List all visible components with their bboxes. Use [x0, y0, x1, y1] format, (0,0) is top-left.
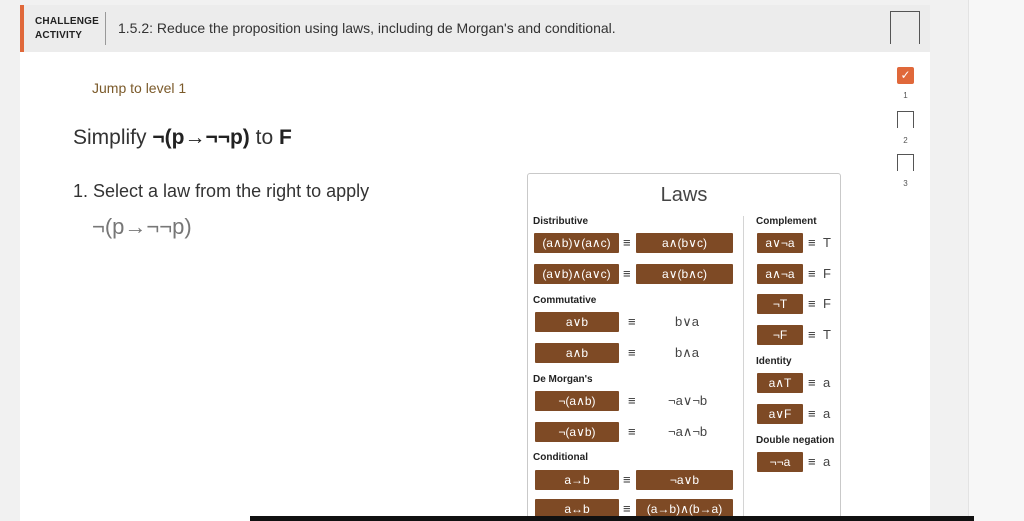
challenge-activity-page: CHALLENGE ACTIVITY 1.5.2: Reduce the pro…	[0, 0, 1024, 521]
activity-badge-icon	[890, 11, 920, 44]
law-button[interactable]: ¬(a∨b)	[535, 422, 619, 442]
simplify-expression: ¬(p→¬¬p)	[152, 126, 250, 149]
bottom-edge-bar	[250, 516, 974, 521]
laws-column-divider	[743, 216, 744, 521]
jump-to-level-link[interactable]: Jump to level 1	[92, 80, 186, 96]
law-button[interactable]: ¬(a∧b)	[535, 391, 619, 411]
law-button[interactable]: ¬T	[757, 294, 803, 314]
level-number-3: 3	[903, 179, 908, 188]
right-margin-strip	[968, 0, 1024, 521]
law-equiv: ≡	[808, 375, 816, 390]
law-equiv: ≡	[623, 472, 631, 487]
challenge-label-line1: CHALLENGE	[35, 16, 100, 27]
law-result: F	[823, 266, 831, 281]
law-equiv: ≡	[808, 406, 816, 421]
law-equiv: ≡	[808, 454, 816, 469]
header-divider	[105, 12, 106, 45]
law-equiv: ≡	[628, 393, 636, 408]
de-morgans-label: De Morgan's	[533, 374, 593, 385]
header-accent-bar	[20, 5, 24, 52]
law-button[interactable]: a→b	[535, 470, 619, 490]
law-result: ¬a∧¬b	[668, 424, 708, 439]
level-number-1: 1	[903, 91, 908, 100]
level-number-2: 2	[903, 136, 908, 145]
law-button[interactable]: a∧b	[535, 343, 619, 363]
activity-header: CHALLENGE ACTIVITY 1.5.2: Reduce the pro…	[20, 5, 930, 52]
commutative-label: Commutative	[533, 295, 597, 306]
law-equiv: ≡	[628, 345, 636, 360]
double-negation-label: Double negation	[756, 435, 835, 446]
law-button[interactable]: ¬¬a	[757, 452, 803, 472]
law-equiv: ≡	[808, 235, 816, 250]
law-result: T	[823, 327, 831, 342]
simplify-instruction: Simplify ¬(p→¬¬p) to F	[73, 126, 292, 150]
law-result: a	[823, 406, 831, 421]
law-button[interactable]: a∧¬a	[757, 264, 803, 284]
laws-panel: Laws Distributive (a∧b)∨(a∧c) ≡ a∧(b∨c) …	[527, 173, 841, 521]
conditional-label: Conditional	[533, 452, 588, 463]
law-equiv: ≡	[628, 314, 636, 329]
current-expression: ¬(p→¬¬p)	[92, 214, 192, 239]
law-equiv: ≡	[623, 235, 631, 250]
law-result: F	[823, 296, 831, 311]
law-button[interactable]: ¬a∨b	[636, 470, 733, 490]
law-result: ¬a∨¬b	[668, 393, 708, 408]
law-result: b∧a	[675, 345, 699, 360]
law-result: a	[823, 375, 831, 390]
law-result: a	[823, 454, 831, 469]
law-button[interactable]: a∨b	[535, 312, 619, 332]
simplify-prefix: Simplify	[73, 126, 153, 149]
distributive-label: Distributive	[533, 216, 589, 227]
identity-label: Identity	[756, 356, 792, 367]
law-button[interactable]: a∨(b∧c)	[636, 264, 733, 284]
law-equiv: ≡	[808, 327, 816, 342]
law-button[interactable]: (a∨b)∧(a∨c)	[534, 264, 619, 284]
challenge-label-line2: ACTIVITY	[35, 30, 83, 41]
laws-title: Laws	[660, 184, 708, 206]
law-button[interactable]: a∨¬a	[757, 233, 803, 253]
law-equiv: ≡	[628, 424, 636, 439]
law-button[interactable]: a∧(b∨c)	[636, 233, 733, 253]
law-equiv: ≡	[808, 266, 816, 281]
challenge-activity-label: CHALLENGE ACTIVITY	[35, 15, 99, 43]
level-indicator: ✓ 1 2 3	[880, 0, 930, 200]
step-instruction: 1. Select a law from the right to apply	[73, 181, 370, 201]
law-button[interactable]: (a∧b)∨(a∧c)	[534, 233, 619, 253]
law-button[interactable]: ¬F	[757, 325, 803, 345]
law-result: T	[823, 235, 831, 250]
law-equiv: ≡	[623, 266, 631, 281]
complement-label: Complement	[756, 216, 817, 227]
activity-title: 1.5.2: Reduce the proposition using laws…	[118, 20, 616, 36]
law-button[interactable]: a∧T	[757, 373, 803, 393]
check-icon[interactable]: ✓	[897, 67, 914, 84]
simplify-target: F	[278, 126, 292, 149]
level-box-icon[interactable]	[897, 154, 914, 171]
law-equiv: ≡	[808, 296, 816, 311]
law-result: b∨a	[675, 314, 699, 329]
level-box-icon[interactable]	[897, 111, 914, 128]
simplify-to: to	[249, 126, 279, 149]
law-button[interactable]: a∨F	[757, 404, 803, 424]
